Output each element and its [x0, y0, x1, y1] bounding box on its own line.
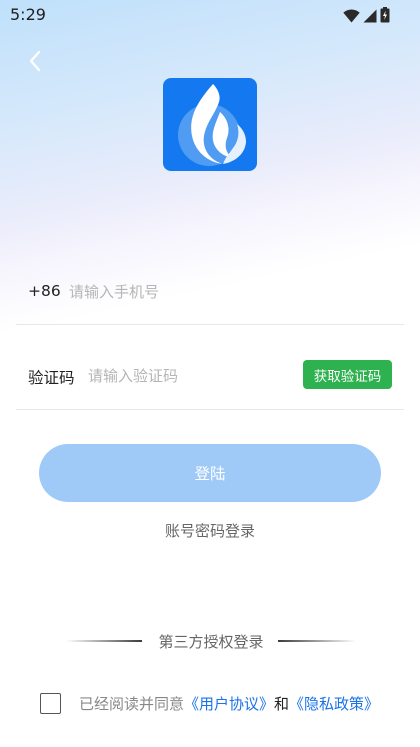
user-agreement-link[interactable]: 《用户协议》	[184, 693, 274, 714]
country-code[interactable]: +86	[28, 282, 61, 300]
wifi-icon	[343, 8, 360, 27]
login-screen: 5:29 +86 请输入手机号 验证码 请输入验证码 获取验证码 登陆 账号密码…	[0, 0, 420, 747]
back-button[interactable]	[22, 50, 48, 76]
phone-input[interactable]	[69, 280, 309, 304]
status-bar: 5:29	[0, 0, 420, 30]
status-icons	[343, 7, 390, 27]
agreement: 已经阅读并同意 《用户协议》 和 《隐私政策》	[40, 692, 379, 714]
battery-icon	[380, 7, 390, 27]
signal-icon	[363, 8, 377, 27]
code-label: 验证码	[28, 369, 75, 387]
agree-checkbox[interactable]	[40, 692, 61, 714]
code-input[interactable]	[88, 364, 288, 388]
agreement-prefix: 已经阅读并同意	[79, 694, 185, 713]
login-button[interactable]: 登陆	[39, 444, 381, 502]
agreement-and: 和	[274, 694, 290, 713]
third-party-login: 第三方授权登录	[66, 631, 356, 651]
password-login-link[interactable]: 账号密码登录	[0, 520, 420, 541]
app-logo	[163, 78, 257, 171]
status-time: 5:29	[10, 5, 46, 24]
get-code-button[interactable]: 获取验证码	[303, 360, 392, 389]
flame-logo-icon	[163, 84, 257, 171]
code-row: 验证码 获取验证码	[16, 343, 404, 410]
divider-right	[278, 640, 356, 642]
phone-row: +86	[16, 258, 404, 325]
chevron-left-icon	[28, 50, 42, 76]
privacy-policy-link[interactable]: 《隐私政策》	[289, 693, 379, 714]
